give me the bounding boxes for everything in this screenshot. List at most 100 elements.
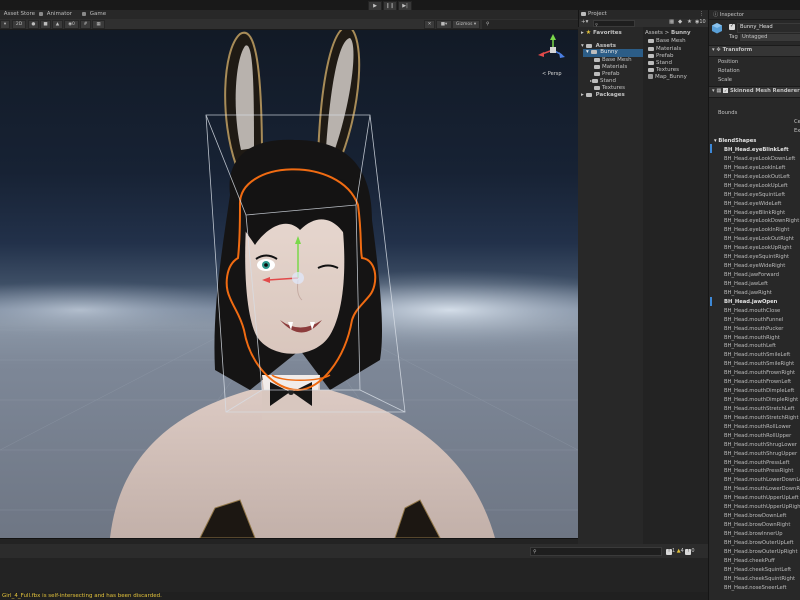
blendshape-item[interactable]: BH_Head.browOuterUpRight bbox=[724, 549, 797, 555]
mode-2d-toggle[interactable]: 2D bbox=[12, 20, 26, 29]
filter-label-icon[interactable]: ◆ bbox=[678, 19, 682, 25]
blendshape-item[interactable]: BH_Head.mouthFunnel bbox=[724, 317, 783, 323]
tree-packages[interactable]: ▸ Packages bbox=[581, 92, 625, 98]
blendshape-item[interactable]: BH_Head.eyeSquintRight bbox=[724, 254, 789, 260]
blendshape-item[interactable]: BH_Head.mouthClose bbox=[724, 308, 780, 314]
tree-stand[interactable]: ▸ Stand bbox=[590, 78, 616, 84]
gizmos-dropdown[interactable]: Gizmos ▾ bbox=[452, 20, 480, 29]
blendshape-item[interactable]: BH_Head.browInnerUp bbox=[724, 531, 783, 537]
scene-search-input[interactable]: ⚲ bbox=[482, 20, 581, 29]
blendshape-item[interactable]: BH_Head.mouthShrugLower bbox=[724, 442, 797, 448]
tree-textures[interactable]: Textures bbox=[594, 85, 625, 91]
tag-dropdown[interactable]: Untagged bbox=[739, 33, 800, 42]
blendshape-item[interactable]: BH_Head.mouthDimpleLeft bbox=[724, 388, 794, 394]
blendshape-item[interactable]: BH_Head.browDownLeft bbox=[724, 513, 786, 519]
blendshape-item[interactable]: BH_Head.mouthFrownLeft bbox=[724, 379, 791, 385]
blendshape-item[interactable]: BH_Head.mouthLeft bbox=[724, 343, 776, 349]
favorites-item[interactable]: ▸ ★ Favorites bbox=[581, 29, 622, 36]
object-name-field[interactable]: Bunny_Head bbox=[737, 23, 800, 33]
asset-textures[interactable]: Textures bbox=[648, 67, 679, 73]
shading-mode-dropdown[interactable]: ▾ bbox=[0, 20, 10, 29]
console-search-input[interactable]: ⚲ bbox=[530, 547, 662, 556]
warn-count-toggle[interactable]: ▲4 bbox=[677, 548, 684, 554]
blendshape-item[interactable]: BH_Head.mouthDimpleRight bbox=[724, 397, 798, 403]
blendshape-item[interactable]: BH_Head.mouthRight bbox=[724, 335, 780, 341]
project-menu-icon[interactable]: ⋮ bbox=[699, 11, 704, 17]
project-search-input[interactable]: ⚲ bbox=[593, 20, 635, 27]
perspective-label[interactable]: < Persp bbox=[542, 71, 562, 77]
active-checkbox[interactable]: ✓ bbox=[729, 23, 735, 30]
create-button[interactable]: +▾ bbox=[581, 19, 588, 25]
blendshape-item[interactable]: BH_Head.noseSneerLeft bbox=[724, 585, 786, 591]
transform-header[interactable]: ▾ ✥ Transform bbox=[709, 45, 800, 57]
grid-toggle[interactable]: # bbox=[80, 20, 91, 29]
blendshape-item[interactable]: BH_Head.mouthRollUpper bbox=[724, 433, 791, 439]
blendshape-item[interactable]: BH_Head.eyeLookUpLeft bbox=[724, 183, 788, 189]
blendshape-item[interactable]: BH_Head.eyeLookInRight bbox=[724, 227, 789, 233]
blendshape-item[interactable]: BH_Head.cheekSquintLeft bbox=[724, 567, 791, 573]
blendshape-item[interactable]: BH_Head.mouthStretchLeft bbox=[724, 406, 795, 412]
component-enabled-checkbox[interactable]: ✓ bbox=[723, 88, 729, 93]
tab-game[interactable]: Game bbox=[80, 10, 106, 19]
blendshape-item[interactable]: BH_Head.eyeSquintLeft bbox=[724, 192, 785, 198]
blendshape-item[interactable]: BH_Head.jawForward bbox=[724, 272, 779, 278]
blendshape-item[interactable]: BH_Head.jawRight bbox=[724, 290, 772, 296]
asset-base-mesh[interactable]: Base Mesh bbox=[648, 38, 686, 44]
lighting-toggle[interactable]: ● bbox=[28, 20, 39, 29]
favorite-star-icon[interactable]: ★ bbox=[687, 19, 692, 25]
breadcrumb-assets[interactable]: Assets bbox=[645, 30, 663, 36]
asset-prefab[interactable]: Prefab bbox=[648, 53, 674, 59]
blendshape-item[interactable]: BH_Head.eyeWideRight bbox=[724, 263, 785, 269]
filter-type-icon[interactable]: ▦ bbox=[669, 19, 674, 25]
blendshape-item[interactable]: BH_Head.mouthPressRight bbox=[724, 468, 793, 474]
blendshape-item[interactable]: BH_Head.eyeLookOutLeft bbox=[724, 174, 790, 180]
tab-inspector[interactable]: ⓘ Inspector bbox=[713, 11, 744, 18]
scene-viewport[interactable]: < Persp bbox=[0, 30, 578, 538]
error-count-toggle[interactable]: ! 0 bbox=[685, 548, 695, 555]
blendshape-item[interactable]: BH_Head.browOuterUpLeft bbox=[724, 540, 794, 546]
blendshape-item[interactable]: BH_Head.eyeLookOutRight bbox=[724, 236, 794, 242]
snap-toggle[interactable]: ▦ bbox=[92, 20, 105, 29]
blendshape-item[interactable]: BH_Head.mouthLowerDownRight bbox=[724, 486, 800, 492]
blendshape-item[interactable]: BH_Head.cheekSquintRight bbox=[724, 576, 795, 582]
blendshape-item[interactable]: BH_Head.mouthRollLower bbox=[724, 424, 791, 430]
blendshape-item[interactable]: BH_Head.mouthUpperUpRight bbox=[724, 504, 800, 510]
breadcrumb-bunny[interactable]: Bunny bbox=[671, 30, 691, 36]
blendshape-item[interactable]: BH_Head.mouthShrugUpper bbox=[724, 451, 797, 457]
blendshape-item[interactable]: BH_Head.cheekPuff bbox=[724, 558, 775, 564]
asset-map-bunny[interactable]: Map_Bunny bbox=[648, 74, 687, 80]
blendshape-item[interactable]: BH_Head.eyeBlinkLeft bbox=[724, 147, 789, 153]
blendshape-item[interactable]: BH_Head.mouthPressLeft bbox=[724, 460, 790, 466]
blendshape-item[interactable]: BH_Head.eyeLookDownLeft bbox=[724, 156, 795, 162]
blendshape-item[interactable]: BH_Head.eyeLookUpRight bbox=[724, 245, 792, 251]
hidden-objects-toggle[interactable]: ◉0 bbox=[64, 20, 79, 29]
blendshape-item[interactable]: BH_Head.eyeLookInLeft bbox=[724, 165, 785, 171]
blendshape-item[interactable]: BH_Head.eyeLookDownRight bbox=[724, 218, 799, 224]
status-message[interactable]: Girl_4_Full.fbx is self-intersecting and… bbox=[2, 593, 162, 599]
tools-button[interactable]: ✕ bbox=[424, 20, 435, 29]
hidden-packages-badge[interactable]: ◉10 bbox=[695, 19, 706, 25]
blendshape-item[interactable]: BH_Head.mouthUpperUpLeft bbox=[724, 495, 799, 501]
audio-toggle[interactable]: ■ bbox=[40, 20, 51, 29]
blendshape-item[interactable]: BH_Head.mouthStretchRight bbox=[724, 415, 798, 421]
blendshape-item[interactable]: BH_Head.mouthPucker bbox=[724, 326, 783, 332]
tree-bunny-selected[interactable]: ▾ Bunny bbox=[583, 49, 643, 57]
info-count-toggle[interactable]: ! 1 bbox=[666, 548, 675, 555]
blendshape-item[interactable]: BH_Head.jawOpen bbox=[724, 299, 777, 305]
asset-materials[interactable]: Materials bbox=[648, 46, 681, 52]
blendshape-item[interactable]: BH_Head.eyeWideLeft bbox=[724, 201, 781, 207]
blendshape-item[interactable]: BH_Head.mouthLowerDownLeft bbox=[724, 477, 800, 483]
blendshape-item[interactable]: BH_Head.browDownRight bbox=[724, 522, 790, 528]
tree-materials[interactable]: Materials bbox=[594, 64, 627, 70]
blendshape-item[interactable]: BH_Head.mouthFrownRight bbox=[724, 370, 795, 376]
skinned-mesh-renderer-header[interactable]: ▾ ▦ ✓ Skinned Mesh Renderer bbox=[709, 86, 800, 98]
blendshape-item[interactable]: BH_Head.eyeBlinkRight bbox=[724, 210, 785, 216]
tab-project[interactable]: Project bbox=[581, 11, 607, 17]
blendshape-item[interactable]: BH_Head.mouthSmileRight bbox=[724, 361, 794, 367]
tree-prefab[interactable]: Prefab bbox=[594, 71, 620, 77]
blendshape-item[interactable]: BH_Head.mouthSmileLeft bbox=[724, 352, 790, 358]
effects-toggle[interactable]: ▲ bbox=[52, 20, 63, 29]
tab-animator[interactable]: Animator bbox=[37, 10, 72, 19]
tree-base-mesh[interactable]: Base Mesh bbox=[594, 57, 632, 63]
asset-stand[interactable]: Stand bbox=[648, 60, 672, 66]
